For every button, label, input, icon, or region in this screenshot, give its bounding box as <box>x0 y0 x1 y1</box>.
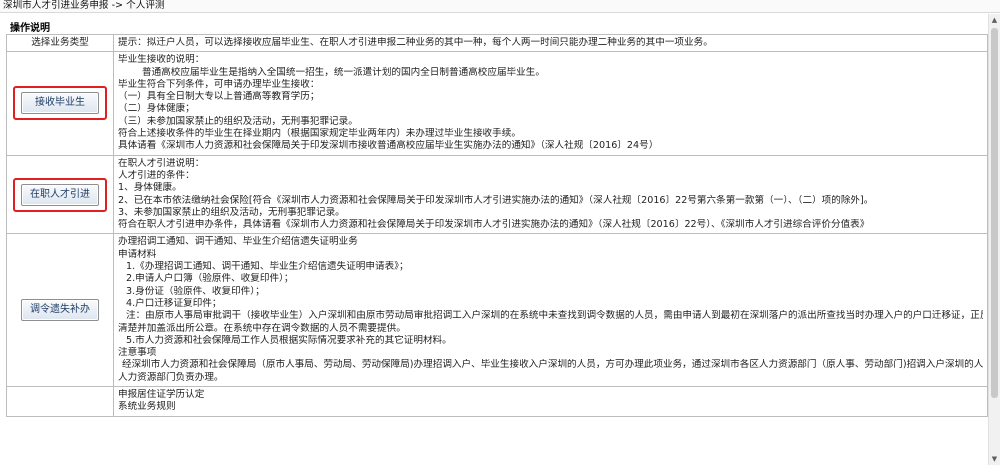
lost-order-description: 办理招调工通知、调干通知、毕业生介绍信遗失证明业务 申请材料 1.《办理招调工通… <box>113 233 988 388</box>
row-action-cell <box>6 386 114 417</box>
accept-graduate-button[interactable]: 接收毕业生 <box>21 92 99 115</box>
desc-line: 毕业生符合下列条件，可申请办理毕业生接收： <box>118 78 320 90</box>
breadcrumb: 深圳市人才引进业务申报 -> 个人评测 <box>0 0 1000 13</box>
desc-line: 办理招调工通知、调干通知、毕业生介绍信遗失证明业务 <box>118 236 358 248</box>
desc-line: 人力资源部门负责办理。 <box>118 371 224 383</box>
desc-line: 注意事项 <box>118 347 157 359</box>
desc-line: 5.市人力资源和社会保障局工作人员根据实际情况要求补充的其它证明材料。 <box>126 334 452 346</box>
desc-line: 清楚并加盖派出所公章。在系统中存在调令数据的人员不需要提供。 <box>118 322 406 334</box>
desc-line: 毕业生接收的说明： <box>118 54 205 66</box>
row-action-cell: 接收毕业生 <box>6 51 114 156</box>
desc-line: 1.《办理招调工通知、调干通知、毕业生介绍信遗失证明申请表》； <box>126 261 409 273</box>
table-row-talent: 在职人才引进 在职人才引进说明： 人才引进的条件： 1、身体健康。 2、已在本市… <box>6 154 988 235</box>
desc-line: （三）未参加国家禁止的组织及活动，无刑事犯罪记录。 <box>118 115 358 127</box>
header-left-cell: 选择业务类型 <box>6 33 114 53</box>
tip-text: 提示：拟迁户人员，可以选择接收应届毕业生、在职人才引进申报二种业务的其中一种，每… <box>118 37 713 48</box>
vertical-scrollbar[interactable]: ▲ ▼ <box>988 14 1000 465</box>
graduate-description: 毕业生接收的说明： 普通高校应届毕业生是指纳入全国统一招生，统一派遣计划的国内全… <box>113 51 988 156</box>
desc-line: 1、身体健康。 <box>118 182 182 194</box>
section-title: 操作说明 <box>10 23 50 34</box>
desc-line: 申报居住证学历认定 <box>118 389 205 401</box>
table-header-row: 选择业务类型 提示：拟迁户人员，可以选择接收应届毕业生、在职人才引进申报二种业务… <box>6 33 988 53</box>
desc-line: 系统业务规则 <box>118 401 176 413</box>
desc-line: 注：由原市人事局审批调干（接收毕业生）入户深圳和由原市劳动局审批招调工入户深圳的… <box>126 310 983 322</box>
desc-line: 人才引进的条件： <box>118 169 195 181</box>
desc-line: 普通高校应届毕业生是指纳入全国统一招生，统一派遣计划的国内全日制普通高校应届毕业… <box>142 66 545 78</box>
scroll-thumb[interactable] <box>991 28 998 398</box>
desc-line: 符合上述接收条件的毕业生在择业期内（根据国家规定毕业两年内）未办理过毕业生接收手… <box>118 128 521 140</box>
desc-line: 符合在职人才引进申办条件，具体请看《深圳市人力资源和社会保障局关于印发深圳市人才… <box>118 219 870 231</box>
scroll-down-icon[interactable]: ▼ <box>989 453 1000 465</box>
desc-line: 3、未参加国家禁止的组织及活动，无刑事犯罪记录。 <box>118 206 345 218</box>
desc-line: （二）身体健康； <box>118 103 195 115</box>
desc-line: 在职人才引进说明： <box>118 157 205 169</box>
desc-line: （一）具有全日制大专以上普通高等教育学历； <box>118 91 320 103</box>
talent-description: 在职人才引进说明： 人才引进的条件： 1、身体健康。 2、已在本市依法缴纳社会保… <box>113 154 988 235</box>
table-row-graduate: 接收毕业生 毕业生接收的说明： 普通高校应届毕业生是指纳入全国统一招生，统一派遣… <box>6 51 988 156</box>
highlight-frame: 接收毕业生 <box>13 86 107 121</box>
desc-line: 2、已在本市依法缴纳社会保险[符合《深圳市人力资源和社会保障局关于印发深圳市人才… <box>118 194 874 206</box>
desc-line: 具体请看《深圳市人力资源和社会保障局关于印发深圳市接收普通高校应届毕业生实施办法… <box>118 140 659 152</box>
scroll-up-icon[interactable]: ▲ <box>989 14 1000 26</box>
main-content: 操作说明 选择业务类型 提示：拟迁户人员，可以选择接收应届毕业生、在职人才引进申… <box>0 14 988 465</box>
row-action-cell: 在职人才引进 <box>6 154 114 235</box>
desc-line: 2.申请人户口簿（验原件、收复印件）； <box>126 273 294 285</box>
lost-order-reissue-button[interactable]: 调令遗失补办 <box>21 299 99 322</box>
business-type-table: 选择业务类型 提示：拟迁户人员，可以选择接收应届毕业生、在职人才引进申报二种业务… <box>6 33 988 417</box>
table-row-lost-order: 调令遗失补办 办理招调工通知、调干通知、毕业生介绍信遗失证明业务 申请材料 1.… <box>6 233 988 388</box>
header-tip: 提示：拟迁户人员，可以选择接收应届毕业生、在职人才引进申报二种业务的其中一种，每… <box>113 33 988 53</box>
desc-line: 3.身份证（验原件、收复印件）； <box>126 285 265 297</box>
talent-introduction-button[interactable]: 在职人才引进 <box>21 183 99 206</box>
row-action-cell: 调令遗失补办 <box>6 233 114 388</box>
residence-description: 申报居住证学历认定 系统业务规则 <box>113 386 988 417</box>
desc-line: 申请材料 <box>118 248 157 260</box>
table-row-residence: 申报居住证学历认定 系统业务规则 <box>6 386 988 417</box>
desc-line: 经深圳市人力资源和社会保障局（原市人事局、劳动局、劳动保障局)办理招调入户、毕业… <box>122 359 983 371</box>
highlight-frame: 在职人才引进 <box>13 177 107 212</box>
desc-line: 4.户口迁移证复印件； <box>126 297 222 309</box>
